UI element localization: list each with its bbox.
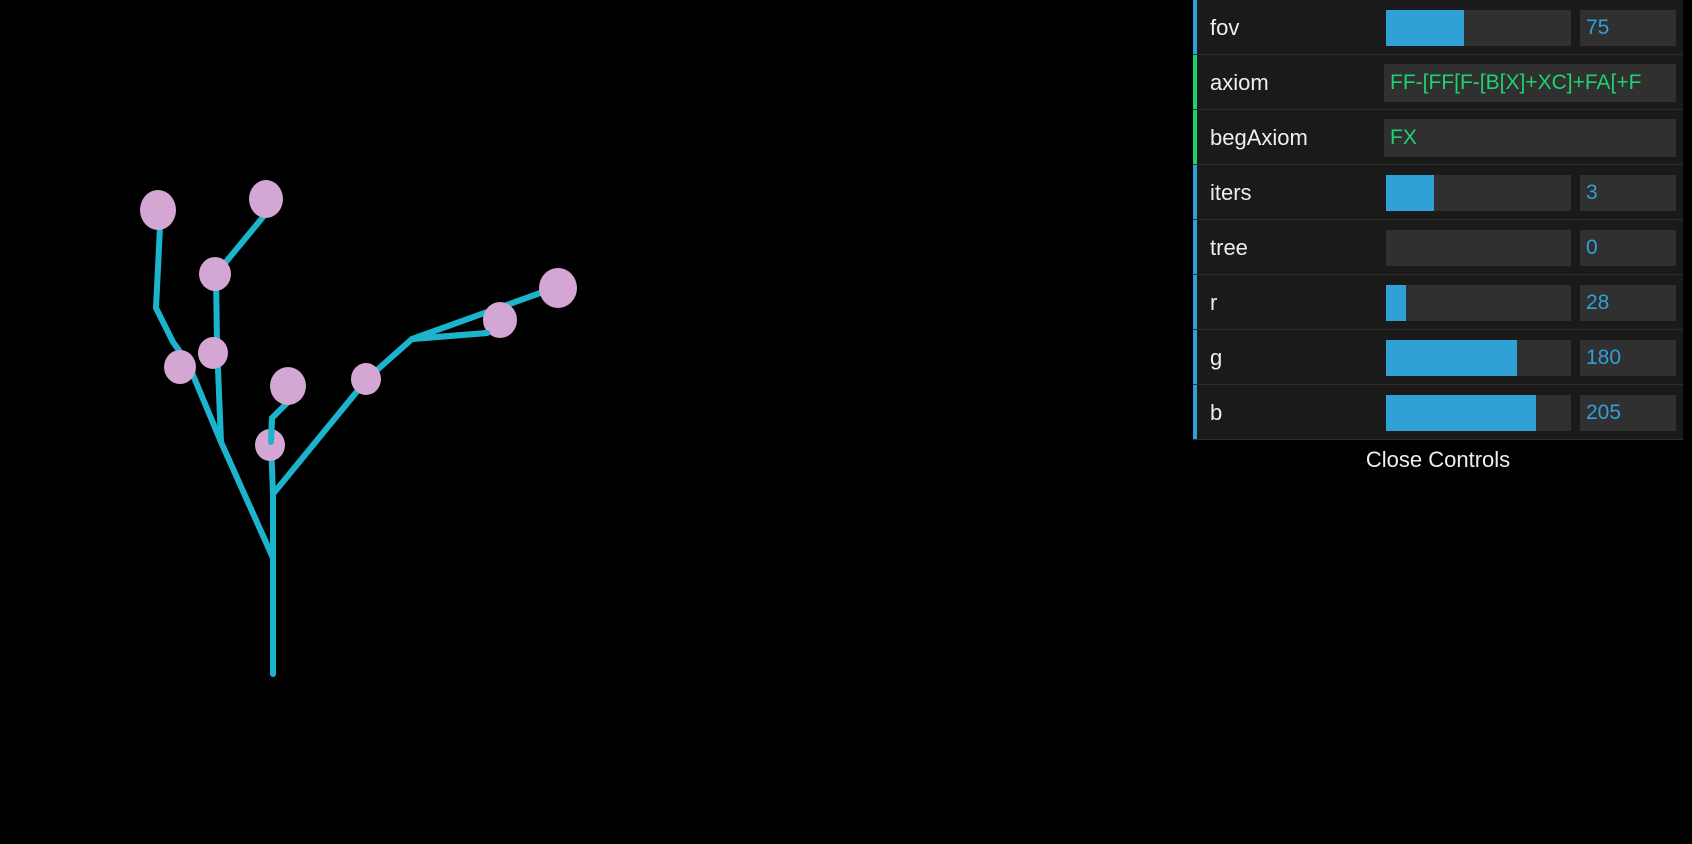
leaf [199, 257, 231, 291]
tree-branch [185, 360, 276, 561]
begaxiom-text-input[interactable]: FX [1384, 119, 1676, 157]
r-number-input[interactable]: 28 [1580, 285, 1676, 321]
close-controls-button[interactable]: Close Controls [1193, 440, 1683, 480]
control-label: tree [1210, 235, 1248, 260]
control-row-begaxiom: begAxiom FX [1193, 110, 1683, 165]
iters-number-input[interactable]: 3 [1580, 175, 1676, 211]
tree-branch [268, 415, 275, 445]
string-accent-stripe [1193, 55, 1197, 109]
control-row-r: r 28 [1193, 275, 1683, 330]
g-number-input[interactable]: 180 [1580, 340, 1676, 376]
control-row-tree: tree 0 [1193, 220, 1683, 275]
number-accent-stripe [1193, 275, 1197, 329]
control-label: axiom [1210, 70, 1269, 95]
number-accent-stripe [1193, 330, 1197, 384]
leaf [351, 363, 381, 395]
r-slider[interactable] [1386, 285, 1571, 321]
control-row-g: g 180 [1193, 330, 1683, 385]
iters-slider[interactable] [1386, 175, 1571, 211]
number-accent-stripe [1193, 165, 1197, 219]
control-label: r [1210, 290, 1218, 315]
number-accent-stripe [1193, 220, 1197, 274]
b-number-input[interactable]: 205 [1580, 395, 1676, 431]
leaf [270, 367, 306, 405]
slider-fill [1386, 10, 1464, 46]
control-label: begAxiom [1210, 125, 1308, 150]
number-accent-stripe [1193, 0, 1197, 54]
slider-fill [1386, 175, 1435, 211]
axiom-text-input[interactable]: FF-[FF[F-[B[X]+XC]+FA[+F [1384, 64, 1676, 102]
slider-fill [1386, 340, 1518, 376]
control-label: b [1210, 400, 1223, 425]
control-row-fov: fov 75 [1193, 0, 1683, 55]
leaf [249, 180, 283, 218]
tree-leaves [140, 180, 577, 461]
leaf [198, 337, 228, 369]
leaf [539, 268, 577, 308]
control-row-iters: iters 3 [1193, 165, 1683, 220]
control-label: fov [1210, 15, 1240, 40]
fov-slider[interactable] [1386, 10, 1571, 46]
control-row-b: b 205 [1193, 385, 1683, 440]
g-slider[interactable] [1386, 340, 1571, 376]
control-row-axiom: axiom FF-[FF[F-[B[X]+XC]+FA[+F [1193, 55, 1683, 110]
leaf [164, 350, 196, 384]
number-accent-stripe [1193, 385, 1197, 439]
slider-fill [1386, 285, 1407, 321]
b-slider[interactable] [1386, 395, 1571, 431]
controls-panel: fov 75 axiom FF-[FF[F-[B[X]+XC]+FA[+F be… [1193, 0, 1683, 480]
slider-fill [1386, 395, 1536, 431]
tree-branch [153, 224, 191, 366]
fov-number-input[interactable]: 75 [1580, 10, 1676, 46]
string-accent-stripe [1193, 110, 1197, 164]
control-label: iters [1210, 180, 1252, 205]
tree-number-input[interactable]: 0 [1580, 230, 1676, 266]
tree-slider[interactable] [1386, 230, 1571, 266]
control-label: g [1210, 345, 1223, 370]
leaf [140, 190, 176, 230]
